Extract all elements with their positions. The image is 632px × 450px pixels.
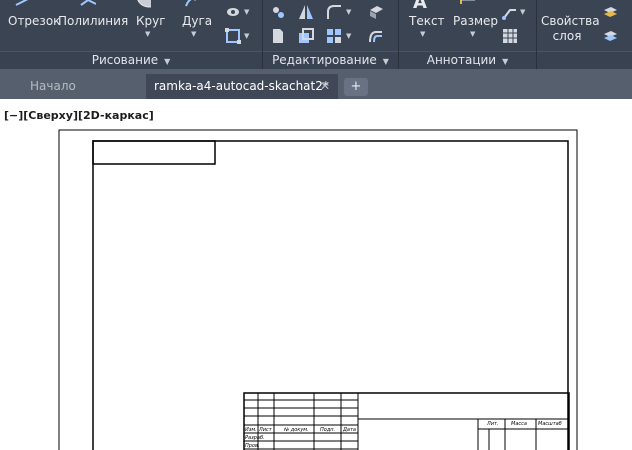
polyline-tool-label: Полилиния <box>58 14 129 28</box>
annotation-panel-label: Аннотации <box>426 53 497 67</box>
arc-icon <box>185 0 196 7</box>
tb-col-sign: Подп. <box>320 427 336 433</box>
ribbon: Отрезок Полилиния Круг ▼ Дуга ▼ ▼ ▼ ▼ ▼ … <box>0 0 632 69</box>
rectangle-icon[interactable] <box>225 28 241 44</box>
layer-match-icon[interactable] <box>602 28 618 44</box>
hatch-icon[interactable] <box>225 4 241 20</box>
polyline-icon <box>80 0 96 6</box>
tb-row-checker: Пров. <box>245 443 260 449</box>
copy-icon[interactable] <box>270 28 286 44</box>
tab-start[interactable]: Начало <box>22 74 145 99</box>
circle-dropdown-icon[interactable]: ▼ <box>145 30 150 38</box>
drawing-canvas[interactable]: Изм. Лист № докум. Подп. Дата Разраб. Пр… <box>0 99 632 450</box>
table-icon[interactable] <box>502 28 518 44</box>
layer-state-icon[interactable] <box>602 4 618 20</box>
tab-start-label: Начало <box>30 79 76 93</box>
drawing-frame <box>58 129 578 450</box>
tab-drawing-file[interactable]: ramka-a4-autocad-skachat2* ✕ <box>146 74 338 99</box>
mirror-icon[interactable] <box>298 4 314 20</box>
visual-style-control[interactable]: [2D-каркас] <box>78 109 154 122</box>
offset-icon[interactable] <box>368 28 384 44</box>
fillet-dropdown-icon[interactable]: ▼ <box>346 8 351 16</box>
move-icon[interactable] <box>270 4 286 20</box>
sheet-inner-frame <box>92 140 569 450</box>
fillet-icon[interactable] <box>326 4 342 20</box>
dimension-icon <box>460 0 475 4</box>
scale-icon[interactable] <box>298 28 314 44</box>
layer-properties-label-1: Свойства <box>541 14 600 28</box>
document-tab-bar: Начало ramka-a4-autocad-skachat2* ✕ + <box>0 69 632 99</box>
draw-panel-expand-icon[interactable]: ▼ <box>164 57 170 66</box>
tb-col-mass: Масса <box>511 421 527 427</box>
tb-col-lit: Лит. <box>487 421 499 427</box>
array-icon[interactable] <box>326 28 342 44</box>
leader-icon[interactable] <box>502 4 518 20</box>
modify-panel-title[interactable]: Редактирование ▼ <box>263 51 398 69</box>
tb-col-scale: Масштаб <box>538 421 562 427</box>
arc-tool-label: Дуга <box>182 14 213 28</box>
line-icon <box>15 0 29 6</box>
panel-separator <box>536 51 537 69</box>
modify-panel-label: Редактирование <box>272 53 377 67</box>
top-left-stamp-box <box>92 140 216 165</box>
viewport-controls: [−][Сверху][2D-каркас] <box>4 109 154 122</box>
new-tab-button[interactable]: + <box>344 78 368 96</box>
text-tool-label: Текст <box>409 14 445 28</box>
line-tool-label: Отрезок <box>8 14 61 28</box>
dimension-dropdown-icon[interactable]: ▼ <box>470 30 475 38</box>
draw-panel-label: Рисование <box>91 53 159 67</box>
tb-col-change: Изм. <box>245 427 257 433</box>
tab-file-label: ramka-a4-autocad-skachat2* <box>154 79 329 93</box>
modify-panel-expand-icon[interactable]: ▼ <box>383 57 389 66</box>
layer-properties-label-2: слоя <box>552 29 582 43</box>
sheet-outer-border <box>58 129 578 450</box>
tb-row-developer: Разраб. <box>245 435 265 441</box>
annotation-panel-title[interactable]: Аннотации ▼ <box>399 51 536 69</box>
tb-col-sheet: Лист <box>259 427 272 433</box>
tb-col-doc: № докум. <box>284 427 309 433</box>
leader-dropdown-icon[interactable]: ▼ <box>520 8 525 16</box>
viewport-menu-control[interactable]: [−] <box>4 109 23 122</box>
array-dropdown-icon[interactable]: ▼ <box>346 32 351 40</box>
dimension-tool-label: Размер <box>453 14 499 28</box>
tb-col-date: Дата <box>343 427 356 433</box>
rectangle-dropdown-icon[interactable]: ▼ <box>244 32 249 40</box>
layer-properties-button[interactable]: Свойства слоя <box>541 14 600 43</box>
view-cube-control[interactable]: [Сверху] <box>23 109 78 122</box>
close-tab-icon[interactable]: ✕ <box>320 74 330 99</box>
text-a-icon: A <box>413 0 427 13</box>
annotation-panel-expand-icon[interactable]: ▼ <box>502 57 508 66</box>
explode-icon[interactable] <box>368 4 384 20</box>
draw-panel-title[interactable]: Рисование ▼ <box>0 51 262 69</box>
circle-tool-label: Круг <box>136 14 166 28</box>
panel-separator <box>262 51 263 69</box>
text-dropdown-icon[interactable]: ▼ <box>420 30 425 38</box>
hatch-dropdown-icon[interactable]: ▼ <box>244 8 249 16</box>
arc-dropdown-icon[interactable]: ▼ <box>191 30 196 38</box>
circle-icon <box>137 0 151 8</box>
panel-separator <box>398 51 399 69</box>
